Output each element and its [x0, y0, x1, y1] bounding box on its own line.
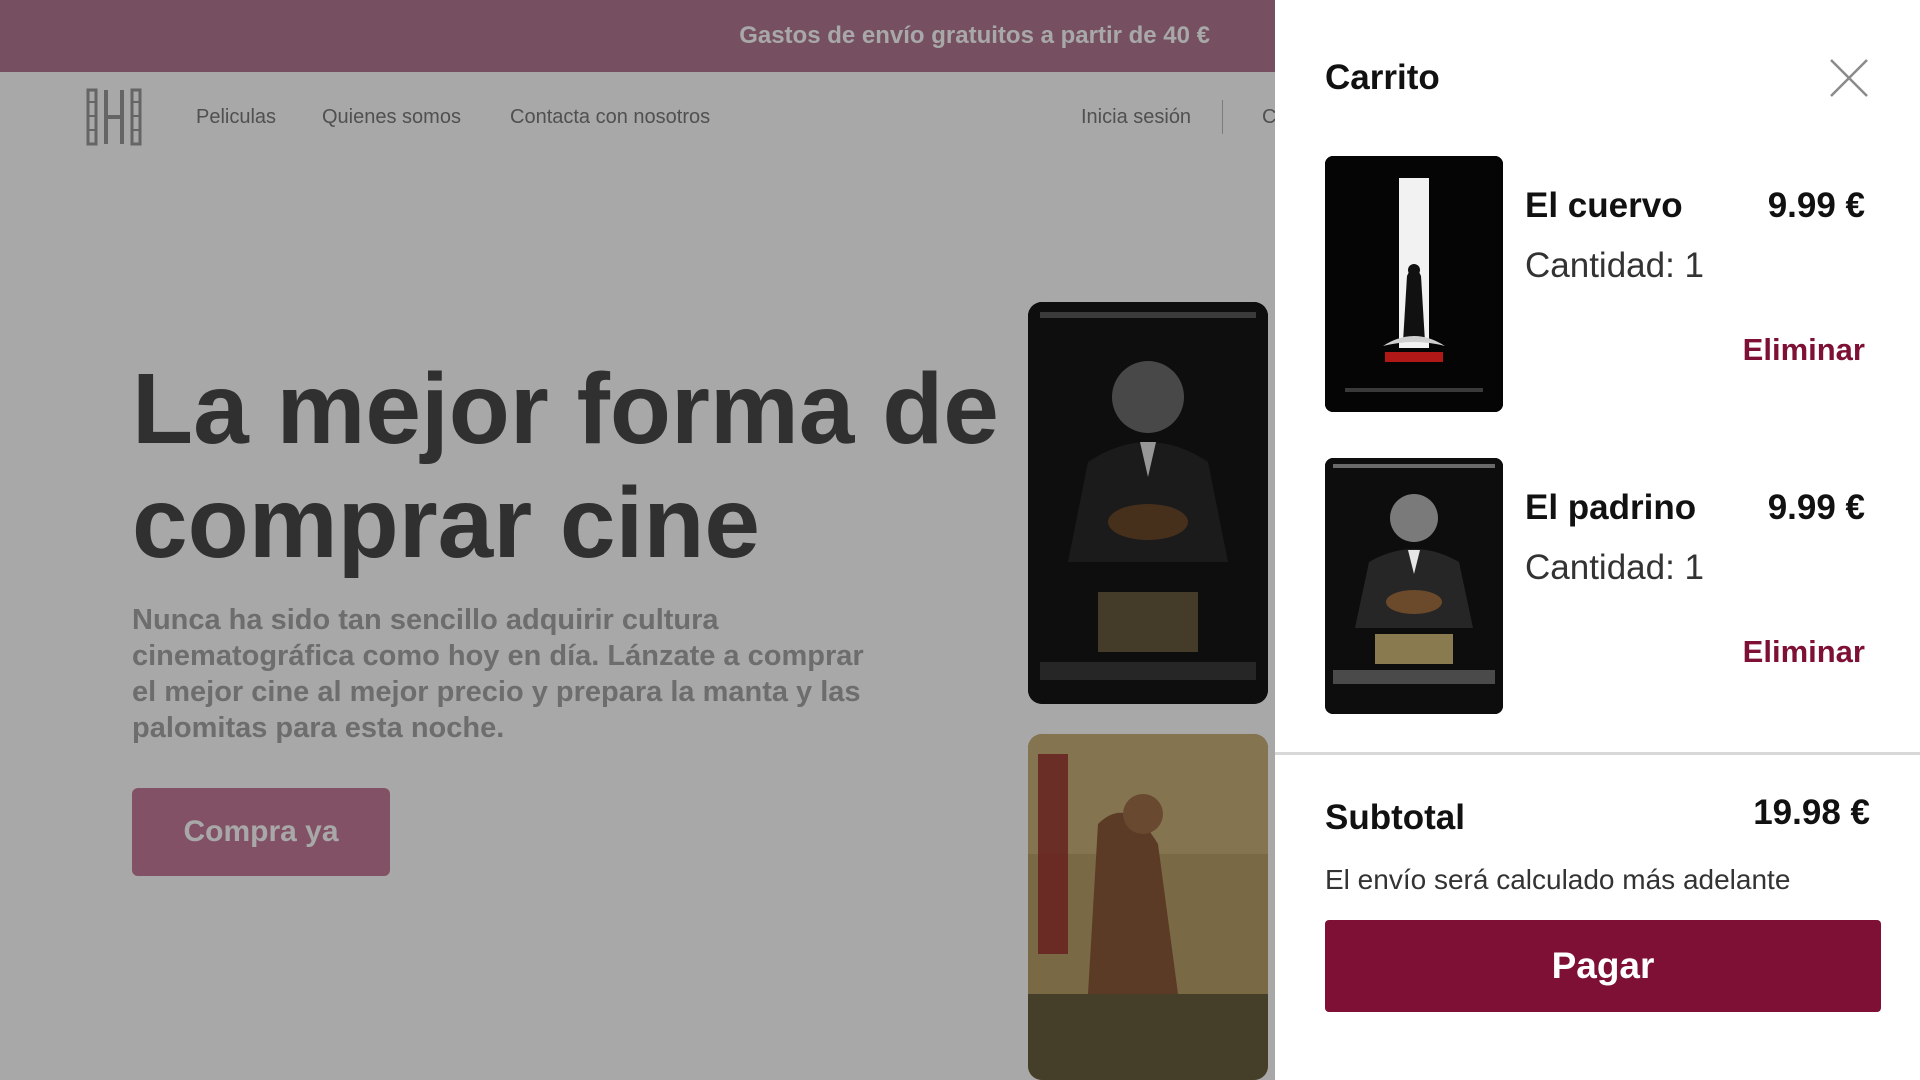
remove-item-button[interactable]: Eliminar	[1743, 634, 1865, 670]
shipping-note: El envío será calculado más adelante	[1325, 864, 1791, 895]
cart-item-thumbnail-crow[interactable]	[1325, 156, 1503, 412]
cart-drawer: Carrito El cuervo 9.99 € Cantidad: 1 Eli…	[1275, 0, 1920, 1080]
cart-item: El cuervo 9.99 € Cantidad: 1 Eliminar	[1325, 156, 1865, 412]
cart-title: Carrito	[1325, 58, 1440, 97]
crow-poster-art	[1325, 156, 1503, 412]
remove-item-button[interactable]: Eliminar	[1743, 332, 1865, 368]
cart-item-thumbnail-godfather[interactable]	[1325, 458, 1503, 714]
cart-divider	[1275, 752, 1920, 755]
close-icon[interactable]	[1827, 56, 1871, 100]
godfather-thumb-art	[1325, 458, 1503, 714]
pay-button[interactable]: Pagar	[1325, 920, 1881, 1012]
cart-item: El padrino 9.99 € Cantidad: 1 Eliminar	[1325, 458, 1865, 714]
subtotal-value: 19.98 €	[1753, 793, 1870, 832]
cart-item-quantity: Cantidad: 1	[1525, 246, 1705, 285]
cart-item-quantity: Cantidad: 1	[1525, 548, 1705, 587]
subtotal-label: Subtotal	[1325, 798, 1465, 837]
cart-item-title: El cuervo	[1525, 186, 1683, 225]
cart-item-price: 9.99 €	[1767, 186, 1865, 225]
modal-backdrop[interactable]	[0, 0, 1275, 1080]
cart-item-price: 9.99 €	[1767, 488, 1865, 527]
cart-item-title: El padrino	[1525, 488, 1697, 527]
